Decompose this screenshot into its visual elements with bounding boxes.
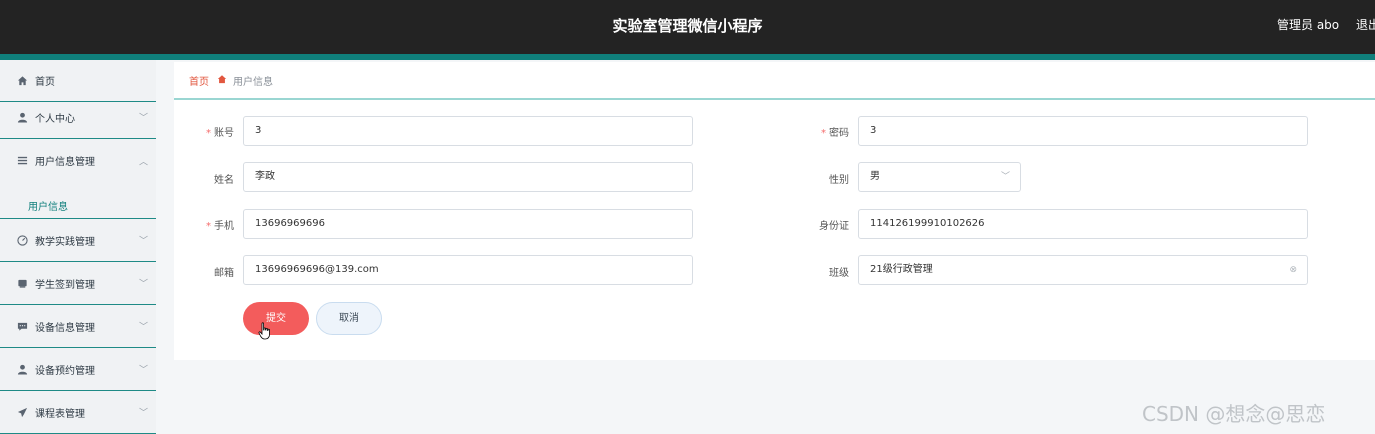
user-icon (16, 111, 28, 123)
chat-icon (16, 320, 28, 332)
admin-label: 管理员 abo (1277, 18, 1340, 32)
header-accent-stripe (0, 54, 1375, 60)
cancel-button[interactable]: 取消 (316, 302, 382, 335)
logout-link[interactable]: 退出 (1356, 0, 1375, 54)
send-icon (16, 406, 28, 418)
hand-cursor-icon (258, 322, 270, 340)
account-label: * 账号 (206, 128, 234, 139)
phone-label: * 手机 (206, 221, 234, 232)
gauge-icon (16, 234, 28, 246)
sidebar-item-student-checkin[interactable]: 学生签到管理 ﹀ (0, 262, 156, 305)
user-icon (16, 363, 28, 375)
breadcrumb: 首页 用户信息 (189, 73, 273, 88)
home-icon (217, 74, 227, 87)
chevron-down-icon: ﹀ (138, 322, 148, 333)
sidebar-item-label: 教学实践管理 (35, 236, 95, 248)
gender-label: 性别 (829, 175, 849, 186)
password-label: * 密码 (821, 128, 849, 139)
top-bar: 实验室管理微信小程序 管理员 abo 退出 (0, 0, 1375, 54)
id-card-label: 身份证 (819, 221, 849, 232)
chevron-down-icon: ﹀ (138, 408, 148, 419)
gender-select[interactable]: 男 ﹀ (858, 162, 1021, 192)
sidebar-item-equipment-info[interactable]: 设备信息管理 ﹀ (0, 305, 156, 348)
chevron-down-icon: ﹀ (138, 279, 148, 290)
sidebar-item-equipment-booking[interactable]: 设备预约管理 ﹀ (0, 348, 156, 391)
account-field[interactable]: 3 (243, 116, 693, 146)
sidebar-item-profile[interactable]: 个人中心 ﹀ (0, 96, 156, 139)
sidebar-item-label: 学生签到管理 (35, 279, 95, 291)
sidebar-item-course-schedule[interactable]: 课程表管理 ﹀ (0, 391, 156, 434)
card-icon (16, 277, 28, 289)
class-label: 班级 (829, 268, 849, 279)
name-label: 姓名 (214, 175, 234, 186)
gender-value: 男 (870, 171, 880, 182)
sidebar-subitem-user-info[interactable]: 用户信息 (0, 197, 156, 219)
sidebar-item-label: 个人中心 (35, 113, 75, 125)
watermark: CSDN @想念@思恋 (1142, 402, 1326, 426)
name-field[interactable]: 李政 (243, 162, 693, 192)
sidebar: 首页 个人中心 ﹀ 用户信息管理 ︿ 用户信息 教学实践管理 ﹀ 学生签到管理 … (0, 60, 156, 434)
menu-icon (16, 155, 28, 167)
sidebar-item-label: 首页 (35, 77, 55, 88)
email-field[interactable]: 13696969696@139.com (243, 255, 693, 285)
chevron-up-icon: ︿ (138, 157, 148, 167)
clear-icon[interactable]: ⊗ (1289, 256, 1297, 284)
app-title: 实验室管理微信小程序 (612, 17, 763, 35)
sidebar-item-label: 设备信息管理 (35, 322, 95, 334)
sidebar-item-teaching-practice[interactable]: 教学实践管理 ﹀ (0, 219, 156, 262)
class-value: 21级行政管理 (870, 264, 933, 275)
sidebar-item-label: 设备预约管理 (35, 365, 95, 377)
submit-button[interactable]: 提交 (243, 302, 309, 335)
home-icon (16, 75, 28, 87)
chevron-down-icon: ﹀ (1000, 172, 1010, 182)
breadcrumb-divider (174, 98, 1375, 100)
breadcrumb-current: 用户信息 (233, 77, 273, 88)
breadcrumb-home[interactable]: 首页 (189, 73, 209, 88)
password-field[interactable]: 3 (858, 116, 1308, 146)
id-card-field[interactable]: 114126199910102626 (858, 209, 1308, 239)
chevron-down-icon: ﹀ (138, 365, 148, 376)
chevron-down-icon: ﹀ (138, 236, 148, 247)
class-field[interactable]: 21级行政管理 ⊗ (858, 255, 1308, 285)
phone-field[interactable]: 13696969696 (243, 209, 693, 239)
sidebar-item-label: 用户信息管理 (35, 157, 95, 168)
email-label: 邮箱 (214, 268, 234, 279)
sidebar-item-label: 课程表管理 (35, 408, 85, 420)
sidebar-item-user-info-management[interactable]: 用户信息管理 ︿ (0, 139, 156, 182)
chevron-down-icon: ﹀ (138, 113, 148, 124)
